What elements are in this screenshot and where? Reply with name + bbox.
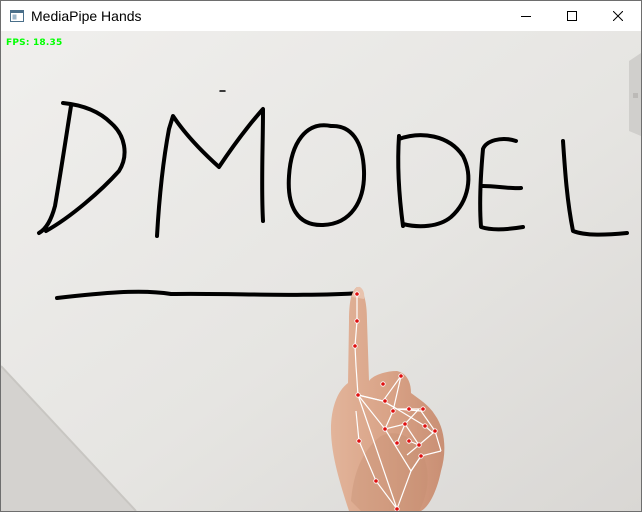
landmark-point [416, 442, 422, 448]
video-frame [1, 31, 641, 511]
maximize-icon [567, 11, 577, 21]
app-window: MediaPipe Hands FPS: 18.35 [0, 0, 642, 512]
landmark-point [355, 392, 361, 398]
landmark-point [406, 406, 412, 412]
close-button[interactable] [595, 1, 641, 31]
minimize-icon [521, 16, 531, 17]
landmark-point [422, 423, 428, 429]
landmark-point [420, 406, 426, 412]
landmark-point [373, 478, 379, 484]
landmark-point [382, 398, 388, 404]
landmark-point [398, 373, 404, 379]
landmark-point [352, 343, 358, 349]
landmark-point [356, 438, 362, 444]
landmark-point [394, 440, 400, 446]
landmark-point [354, 318, 360, 324]
fps-counter: FPS: 18.35 [6, 38, 63, 48]
landmark-point [432, 428, 438, 434]
window-controls [503, 1, 641, 31]
landmark-point [390, 408, 396, 414]
window-app-icon[interactable] [9, 8, 25, 24]
right-edge-detail [633, 93, 638, 98]
landmark-point [380, 381, 386, 387]
close-icon [613, 11, 623, 21]
landmark-point [382, 426, 388, 432]
wall-background [1, 31, 641, 511]
landmark-point [354, 291, 360, 297]
landmark-point [418, 453, 424, 459]
title-bar[interactable]: MediaPipe Hands [1, 1, 641, 31]
camera-video-feed[interactable]: FPS: 18.35 [1, 31, 641, 511]
minimize-button[interactable] [503, 1, 549, 31]
landmark-point [402, 421, 408, 427]
landmark-point [406, 438, 412, 444]
landmark-point [394, 506, 400, 511]
maximize-button[interactable] [549, 1, 595, 31]
window-title: MediaPipe Hands [31, 8, 142, 24]
